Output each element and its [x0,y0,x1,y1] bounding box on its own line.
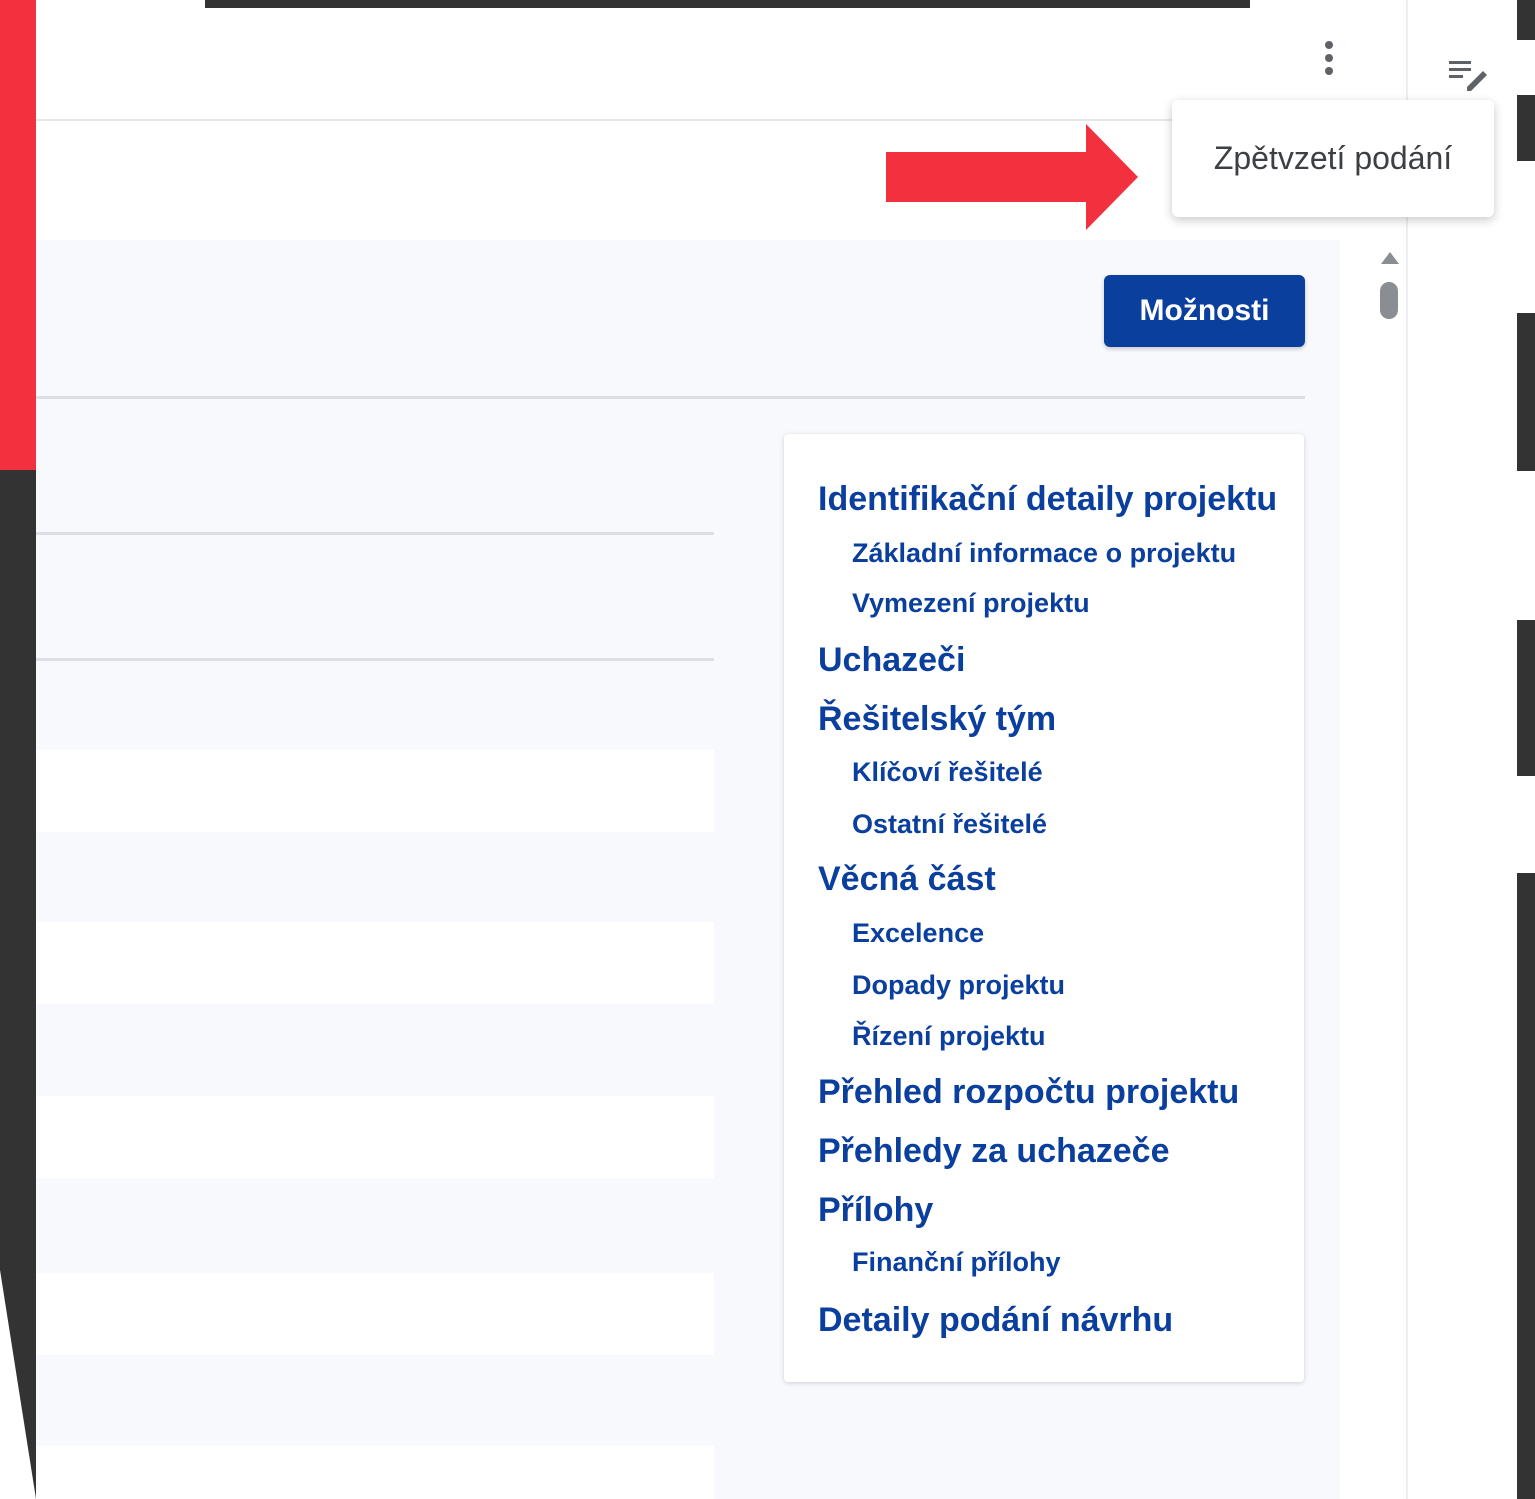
dot [1325,67,1333,75]
more-vert-icon[interactable] [1312,38,1346,78]
form-divider [36,658,714,661]
options-button[interactable]: Možnosti [1104,275,1305,347]
toc-link[interactable]: Dopady projektu [852,972,1065,999]
section-divider [36,396,1305,399]
form-row [36,1096,714,1178]
withdraw-submission-menu-item[interactable]: Zpětvzetí podání [1172,100,1494,217]
toc-link[interactable]: Řešitelský tým [818,702,1056,736]
toc-link[interactable]: Finanční přílohy [852,1249,1061,1276]
toc-link[interactable]: Identifikační detaily projektu [818,482,1277,516]
toc-link[interactable]: Vymezení projektu [852,590,1090,617]
toc-link[interactable]: Přehledy za uchazeče [818,1134,1170,1168]
toc-panel: Identifikační detaily projektu Základní … [784,434,1304,1382]
frame-right-stripe [1517,95,1535,161]
toc-link[interactable]: Uchazeči [818,643,965,677]
frame-top-bar [205,0,1250,8]
frame-right-stripe [1517,873,1535,1499]
form-row [36,1273,714,1355]
toc-link[interactable]: Excelence [852,920,984,947]
toc-link[interactable]: Ostatní řešitelé [852,811,1047,838]
toc-link[interactable]: Přílohy [818,1193,933,1227]
dot [1325,54,1333,62]
frame-right-stripe [1517,0,1535,40]
form-row [36,922,714,1004]
frame-right-stripe [1517,313,1535,471]
annotation-arrow-icon [886,124,1138,230]
frame-left-accent [0,0,36,470]
frame-right-stripe [1517,620,1535,776]
scrollbar-thumb[interactable] [1380,282,1398,319]
toc-link[interactable]: Klíčoví řešitelé [852,759,1043,786]
sidebar-border [1406,0,1408,1499]
form-divider [36,532,714,535]
scroll-up-arrow-icon[interactable] [1379,250,1401,266]
form-row [36,1446,714,1499]
dot [1325,41,1333,49]
toc-link[interactable]: Detaily podání návrhu [818,1303,1173,1337]
toc-link[interactable]: Přehled rozpočtu projektu [818,1075,1239,1109]
more-menu-dropdown: Zpětvzetí podání [1172,100,1494,217]
toc-link[interactable]: Řízení projektu [852,1023,1046,1050]
toc-link[interactable]: Věcná část [818,862,996,896]
edit-notes-icon[interactable] [1445,55,1491,95]
toc-link[interactable]: Základní informace o projektu [852,540,1236,567]
form-row [36,750,714,832]
